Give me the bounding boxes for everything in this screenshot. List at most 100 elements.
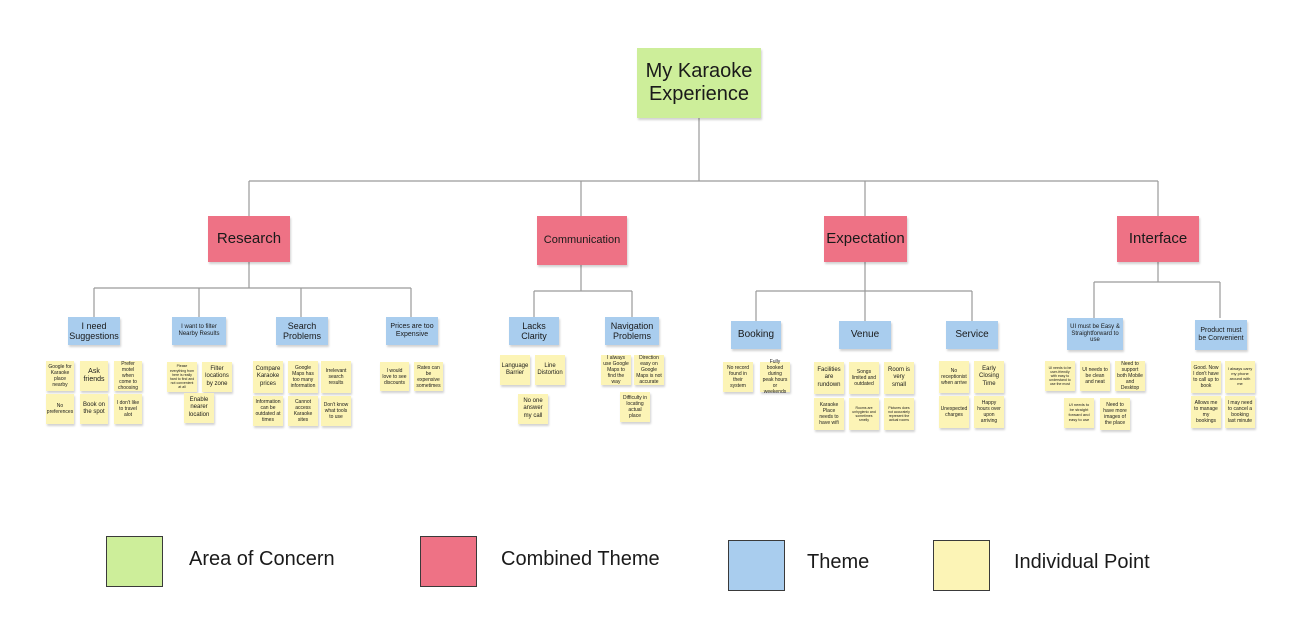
- point-note: Pictures does not accurately represent t…: [884, 398, 914, 430]
- point-label: Google Maps has too many information: [290, 365, 316, 389]
- point-note: Information can be outdated at times: [253, 396, 283, 426]
- point-label: UI needs to be user-friendly with easy t…: [1048, 365, 1072, 387]
- point-label: Cannot access Karaoke sites: [293, 399, 313, 423]
- point-label: Karaoke Place needs to have wifi: [819, 402, 839, 426]
- point-note: Irrelevant search results: [321, 361, 351, 393]
- point-note: Rooms are unhygienic and sometimes smell…: [849, 398, 879, 430]
- point-label: Pictures does not accurately represent t…: [888, 405, 910, 423]
- point-label: Need to support both Mobile and Desktop: [1117, 361, 1143, 391]
- point-note: I don't like to travel alot: [114, 394, 142, 424]
- point-label: UI needs to be clean and neat: [1082, 367, 1108, 385]
- affinity-diagram: My Karaoke Experience Research Communica…: [0, 0, 1303, 630]
- point-label: No receptionist when arrive: [941, 368, 967, 386]
- point-note: Early Closing Time: [974, 361, 1004, 393]
- area-of-concern-label: My Karaoke Experience: [645, 60, 753, 105]
- theme-venue: Venue: [839, 321, 891, 349]
- point-note: No one answer my call: [518, 394, 548, 424]
- point-label: Prefer motel when come to choosing: [117, 361, 138, 391]
- point-label: Facilities are rundown: [817, 367, 841, 388]
- point-note: Don't know what tools to use: [321, 396, 351, 426]
- point-note: Enable nearer location: [184, 393, 214, 423]
- point-note: No preferences: [46, 394, 74, 424]
- point-label: Good. Now I don't have to call up to boo…: [1193, 365, 1219, 389]
- legend-label-combined: Combined Theme: [501, 548, 660, 570]
- point-note: Facilities are rundown: [814, 362, 844, 394]
- combined-theme-research: Research: [208, 216, 290, 262]
- theme-label: I need Suggestions: [69, 320, 119, 341]
- point-label: No one answer my call: [523, 398, 543, 419]
- point-label: Early Closing Time: [978, 366, 999, 387]
- point-note: Difficulty in locating actual place: [620, 392, 650, 422]
- combined-theme-interface: Interface: [1117, 216, 1199, 262]
- point-label: Fully booked during peak hours or weeken…: [762, 359, 788, 395]
- point-label: Rooms are unhygienic and sometimes smell…: [852, 405, 876, 423]
- point-label: Don't know what tools to use: [323, 402, 349, 420]
- point-note: I always carry my phone around with me: [1225, 361, 1255, 393]
- point-note: Fully booked during peak hours or weeken…: [760, 359, 790, 395]
- point-label: No record found in their system: [727, 365, 749, 389]
- point-label: I always carry my phone around with me: [1227, 366, 1253, 386]
- point-label: No preferences: [46, 403, 74, 415]
- theme-label: Search Problems: [282, 320, 321, 341]
- point-label: Line Distortion: [537, 362, 563, 376]
- point-label: Compare Karaoke prices: [255, 366, 281, 387]
- point-label: I may need to cancel a booking last minu…: [1227, 400, 1253, 424]
- point-note: Cannot access Karaoke sites: [288, 396, 318, 426]
- point-note: No record found in their system: [723, 362, 753, 392]
- theme-product-convenient: Product must be Convenient: [1195, 320, 1247, 350]
- point-note: Songs limited and outdated: [849, 362, 879, 394]
- point-note: Direction easy on Google Maps is not acc…: [634, 355, 664, 385]
- theme-ui-easy: UI must be Easy & Straightforward to use: [1067, 318, 1123, 350]
- point-note: Language Barrier: [500, 355, 530, 385]
- point-label: Book on the spot: [82, 401, 106, 415]
- theme-filter-nearby: I want to filter Nearby Results: [172, 317, 226, 345]
- point-label: Google for Karaoke place nearby: [48, 364, 72, 388]
- point-note: Unexpected charges: [939, 396, 969, 428]
- point-note: I may need to cancel a booking last minu…: [1225, 396, 1255, 428]
- theme-label: Product must be Convenient: [1198, 326, 1244, 342]
- point-note: Compare Karaoke prices: [253, 361, 283, 393]
- point-label: Difficulty in locating actual place: [622, 395, 648, 419]
- point-note: Good. Now I don't have to call up to boo…: [1191, 361, 1221, 393]
- theme-prices-expensive: Prices are too Expensive: [386, 317, 438, 345]
- area-of-concern-note: My Karaoke Experience: [637, 48, 761, 118]
- point-note: UI needs to be user-friendly with easy t…: [1045, 361, 1075, 391]
- point-label: Unexpected charges: [940, 406, 968, 418]
- combined-theme-label: Interface: [1128, 230, 1188, 248]
- point-label: UI needs to be straight forward and easy…: [1068, 402, 1090, 422]
- point-label: Irrelevant search results: [325, 368, 347, 386]
- theme-label: Venue: [850, 329, 880, 341]
- theme-label: Lacks Clarity: [521, 320, 547, 341]
- point-note: Need to have more images of the place: [1100, 398, 1130, 430]
- point-label: Enable nearer location: [188, 397, 210, 418]
- point-note: Please everything from here is really ha…: [167, 362, 197, 392]
- point-note: Filter locations by zone: [202, 362, 232, 392]
- point-label: Allows me to manage my bookings: [1194, 400, 1218, 424]
- combined-theme-label: Research: [216, 230, 282, 248]
- point-label: I would love to see discounts: [382, 367, 407, 386]
- theme-label: Prices are too Expensive: [390, 322, 434, 338]
- point-label: Songs limited and outdated: [851, 369, 877, 387]
- point-note: Book on the spot: [80, 394, 108, 424]
- point-note: Prefer motel when come to choosing: [114, 361, 142, 391]
- point-note: Karaoke Place needs to have wifi: [814, 398, 844, 430]
- point-note: Room is very small: [884, 362, 914, 394]
- theme-need-suggestions: I need Suggestions: [68, 317, 120, 345]
- legend-swatch-combined: [420, 536, 477, 587]
- point-note: Google Maps has too many information: [288, 361, 318, 393]
- point-label: Direction easy on Google Maps is not acc…: [636, 355, 662, 385]
- point-label: Happy hours over upon arriving: [977, 400, 1001, 424]
- point-label: Filter locations by zone: [205, 366, 229, 387]
- point-note: I always use Google Maps to find the way: [601, 355, 631, 385]
- theme-label: I want to filter Nearby Results: [178, 324, 220, 337]
- legend-label-area: Area of Concern: [189, 548, 335, 570]
- legend-swatch-point: [933, 540, 990, 591]
- point-note: I would love to see discounts: [380, 362, 409, 391]
- point-note: Need to support both Mobile and Desktop: [1115, 361, 1145, 391]
- theme-booking: Booking: [731, 321, 781, 349]
- point-label: Language Barrier: [501, 362, 529, 376]
- legend-swatch-theme: [728, 540, 785, 591]
- point-note: Happy hours over upon arriving: [974, 396, 1004, 428]
- combined-theme-label: Expectation: [826, 230, 905, 248]
- point-label: Need to have more images of the place: [1103, 402, 1127, 426]
